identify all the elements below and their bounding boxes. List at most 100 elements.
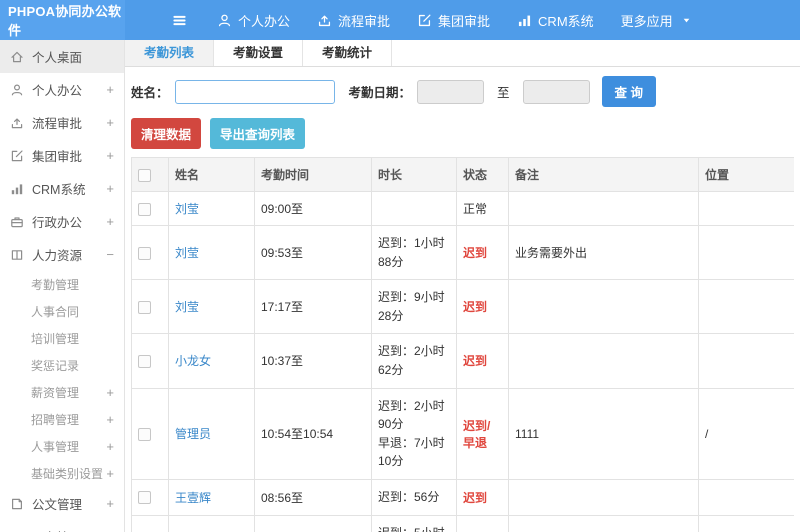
location-cell bbox=[698, 478, 794, 516]
expand-toggle-icon[interactable]: + bbox=[106, 497, 114, 510]
note-cell: 业务需要外出 bbox=[508, 224, 699, 281]
export-list-button[interactable]: 导出查询列表 bbox=[210, 118, 306, 149]
filter-form: 姓名： 考勤日期： 至 查 询 bbox=[131, 76, 800, 107]
employee-name-link[interactable]: 刘莹 bbox=[175, 202, 199, 216]
status-badge: 迟到 bbox=[463, 300, 488, 315]
expand-toggle-icon[interactable]: + bbox=[106, 116, 114, 129]
query-button[interactable]: 查 询 bbox=[601, 76, 657, 107]
briefcase-icon bbox=[11, 216, 23, 227]
nav-item-group-approval[interactable]: 集团审批 bbox=[417, 11, 490, 30]
location-cell bbox=[698, 333, 794, 389]
time-cell: 09:00至 bbox=[254, 191, 372, 226]
nav-item-label: 流程审批 bbox=[338, 13, 391, 29]
table-body: 刘莹 09:00至 正常 刘莹 09:53至 迟到：1小时88分 迟到 业务需要外出 刘莹 17:… bbox=[131, 191, 794, 532]
row-checkbox-cell bbox=[131, 224, 169, 281]
sidebar-subitem-hr-contract[interactable]: 人事合同 bbox=[0, 298, 124, 325]
flow-icon bbox=[11, 117, 23, 128]
name-cell: 刘莹 bbox=[168, 224, 255, 281]
nav-item-more-apps[interactable]: 更多应用 bbox=[621, 11, 692, 30]
name-input[interactable] bbox=[174, 79, 335, 104]
employee-name-link[interactable]: 王壹辉 bbox=[175, 491, 211, 505]
nav-item-label: 更多应用 bbox=[620, 13, 673, 29]
table-row: 王壹辉 08:56至 迟到：56分 迟到 bbox=[131, 478, 794, 516]
note-cell bbox=[508, 279, 699, 335]
sidebar-subitem-label: 培训管理 bbox=[31, 332, 80, 346]
sidebar-item-group-approval[interactable]: 集团审批 + bbox=[0, 139, 124, 172]
sidebar-subitem-recruitment-mgmt[interactable]: 招聘管理 + bbox=[0, 406, 124, 433]
location-cell: / bbox=[698, 514, 794, 532]
date-to-separator: 至 bbox=[497, 86, 510, 100]
sidebar-menu: 个人桌面 个人办公 + 流程审批 + 集团审批 + CRM系统 + 行政办公 + 人力资源 − 考勤管理人… bbox=[0, 40, 125, 532]
expand-toggle-icon[interactable]: + bbox=[106, 83, 114, 96]
row-checkbox[interactable] bbox=[138, 300, 151, 314]
sidebar-item-label: 个人桌面 bbox=[32, 51, 83, 65]
sidebar-item-label: 人力资源 bbox=[32, 249, 83, 263]
row-checkbox[interactable] bbox=[138, 491, 151, 505]
name-cell: 小龙女 bbox=[168, 333, 255, 389]
employee-name-link[interactable]: 刘莹 bbox=[175, 246, 199, 260]
date-to-input[interactable] bbox=[522, 79, 590, 104]
menu-icon bbox=[173, 15, 186, 25]
edit-icon bbox=[418, 14, 431, 26]
nav-item-workflow-approval[interactable]: 流程审批 bbox=[317, 11, 390, 30]
doc-icon bbox=[12, 498, 22, 509]
row-checkbox[interactable] bbox=[138, 427, 151, 441]
sidebar-subitem-base-category-settings[interactable]: 基础类别设置 + bbox=[0, 460, 124, 487]
sidebar-item-crm-system[interactable]: CRM系统 + bbox=[0, 172, 124, 205]
time-cell: 09:53至 bbox=[254, 224, 372, 281]
duration-cell: 迟到：56分 bbox=[371, 478, 457, 516]
sidebar-item-human-resources[interactable]: 人力资源 − bbox=[0, 238, 124, 271]
flow-icon bbox=[318, 15, 331, 26]
sidebar-subitem-attendance-mgmt[interactable]: 考勤管理 bbox=[0, 271, 124, 298]
expand-toggle-icon[interactable]: − bbox=[106, 248, 114, 261]
expand-toggle-icon[interactable]: + bbox=[106, 215, 114, 228]
expand-toggle-icon[interactable]: + bbox=[106, 182, 114, 195]
tab-attendance-list[interactable]: 考勤列表 bbox=[125, 40, 215, 66]
duration-cell: 迟到：5小时33分 早退：4小时67分 bbox=[371, 514, 457, 532]
employee-name-link[interactable]: 刘莹 bbox=[175, 300, 199, 314]
sidebar-item-personal-office[interactable]: 个人办公 + bbox=[0, 73, 124, 106]
tab-attendance-stats[interactable]: 考勤统计 bbox=[303, 40, 393, 66]
nav-item-crm-system[interactable]: CRM系统 bbox=[517, 11, 594, 30]
row-checkbox-cell bbox=[131, 191, 169, 226]
sidebar-item-document-mgmt[interactable]: 公文管理 + bbox=[0, 487, 124, 520]
navbar-menu: 个人办公 流程审批 集团审批 CRM系统 更多应用 bbox=[217, 11, 692, 30]
note-cell bbox=[508, 514, 699, 532]
user-icon bbox=[218, 14, 231, 26]
expand-toggle-icon[interactable]: + bbox=[106, 467, 114, 480]
attendance-table-wrap: 姓名 考勤时间 时长 状态 备注 位置 刘莹 09:00至 正常 刘莹 09:53至 迟到：1小时8… bbox=[131, 157, 794, 532]
top-navbar: PHPOA协同办公软件 个人办公 流程审批 集团审批 CRM系统 更多应用 bbox=[0, 0, 800, 40]
expand-toggle-icon[interactable]: + bbox=[106, 149, 114, 162]
sidebar-subitem-personnel-mgmt[interactable]: 人事管理 + bbox=[0, 433, 124, 460]
employee-name-link[interactable]: 小龙女 bbox=[175, 354, 211, 368]
sidebar-item-vehicle-mgmt[interactable]: 用车管理+ bbox=[0, 520, 124, 532]
note-cell bbox=[508, 478, 699, 516]
row-checkbox[interactable] bbox=[138, 355, 151, 369]
status-cell: 迟到/早退 bbox=[456, 387, 509, 480]
sidebar-item-admin-office[interactable]: 行政办公 + bbox=[0, 205, 124, 238]
sidebar-subitem-training-mgmt[interactable]: 培训管理 bbox=[0, 325, 124, 352]
row-checkbox-cell bbox=[131, 514, 169, 532]
tab-attendance-settings[interactable]: 考勤设置 bbox=[214, 40, 304, 66]
row-checkbox[interactable] bbox=[138, 246, 151, 260]
employee-name-link[interactable]: 管理员 bbox=[175, 427, 211, 441]
sidebar-item-personal-desktop[interactable]: 个人桌面 bbox=[0, 40, 124, 73]
time-cell: 10:54至10:54 bbox=[254, 387, 372, 480]
sidebar-item-label: 个人办公 bbox=[32, 84, 83, 98]
name-label: 姓名： bbox=[131, 86, 169, 100]
expand-toggle-icon[interactable]: + bbox=[106, 440, 114, 453]
sidebar-subitem-salary-mgmt[interactable]: 薪资管理 + bbox=[0, 379, 124, 406]
column-header: 时长 bbox=[371, 157, 457, 192]
expand-toggle-icon[interactable]: + bbox=[106, 413, 114, 426]
date-from-input[interactable] bbox=[417, 79, 485, 104]
clear-data-button[interactable]: 清理数据 bbox=[131, 118, 202, 149]
sidebar-item-workflow-approval[interactable]: 流程审批 + bbox=[0, 106, 124, 139]
sidebar-subitem-label: 人事管理 bbox=[31, 440, 80, 454]
hamburger-menu-icon[interactable] bbox=[172, 13, 187, 28]
row-checkbox[interactable] bbox=[138, 202, 151, 216]
name-cell: 王壹辉 bbox=[168, 478, 255, 516]
select-all-checkbox[interactable] bbox=[138, 168, 151, 182]
nav-item-personal-office[interactable]: 个人办公 bbox=[217, 11, 290, 30]
sidebar-subitem-reward-punish-records[interactable]: 奖惩记录 bbox=[0, 352, 124, 379]
expand-toggle-icon[interactable]: + bbox=[106, 386, 114, 399]
